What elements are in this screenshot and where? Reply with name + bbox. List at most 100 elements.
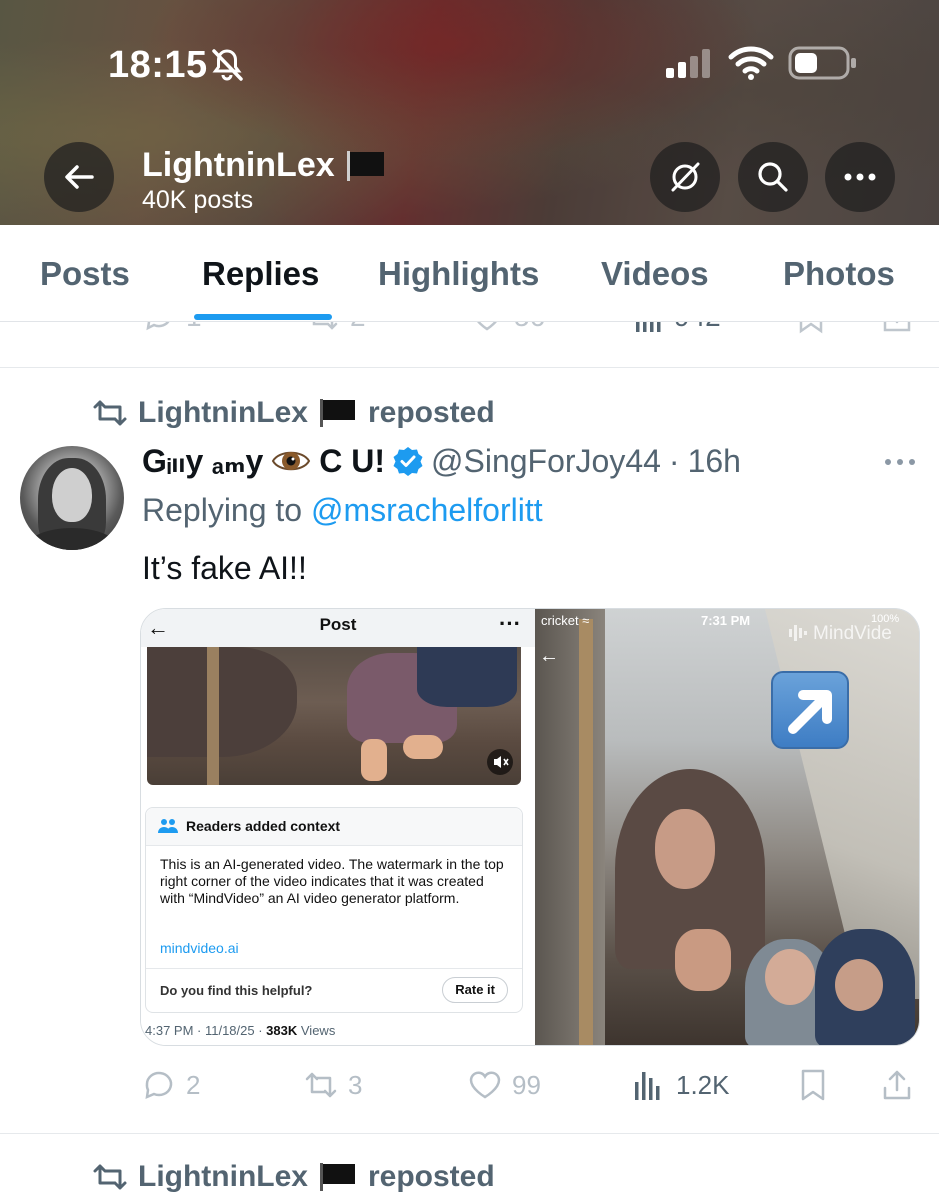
embedded-back-arrow-icon: ← [539, 645, 559, 667]
grok-icon [671, 162, 700, 192]
tab-photos[interactable]: Photos [783, 255, 895, 293]
views-icon [636, 322, 661, 332]
prev-reply-button[interactable]: 1 [142, 322, 202, 334]
embedded-more-icon: ··· [499, 611, 521, 636]
share-icon [883, 322, 911, 332]
tweet-media[interactable]: ← Post ··· Readers added context This is… [140, 608, 920, 1046]
repost-count: 3 [348, 1069, 363, 1100]
eye-icon [272, 451, 311, 471]
people-icon [158, 819, 178, 833]
media-image-left[interactable]: ← Post ··· Readers added context This is… [141, 609, 535, 1045]
black-flag-icon [346, 150, 384, 181]
arrow-left-icon [65, 165, 94, 189]
search-icon [758, 162, 788, 192]
heart-icon [477, 322, 497, 331]
avatar[interactable] [20, 446, 124, 550]
embedded-video [147, 647, 521, 785]
context-body: This is an AI-generated video. The water… [160, 856, 504, 906]
share-icon [883, 1070, 911, 1100]
prev-share-button[interactable] [880, 322, 914, 334]
replying-to-link[interactable]: @msrachelforlitt [311, 492, 543, 528]
repost-icon [93, 1164, 127, 1190]
display-name-suffix[interactable]: C U! [319, 443, 385, 480]
back-button[interactable] [44, 142, 114, 212]
like-button[interactable]: 99 [468, 1068, 541, 1102]
prev-repost-button[interactable]: 2 [306, 322, 366, 334]
bookmark-button[interactable] [796, 1068, 830, 1102]
prev-bookmark-button[interactable] [796, 322, 826, 334]
grok-button[interactable] [650, 142, 720, 212]
embedded-time: 7:31 PM [701, 613, 751, 628]
context-title: Readers added context [186, 818, 341, 834]
media-image-right[interactable]: cricket ≈ 7:31 PM 100% ← MindVide [535, 609, 919, 1045]
readers-context-box: Readers added context This is an AI-gene… [145, 807, 523, 1013]
header-nav: LightninLex 40K posts [0, 140, 939, 220]
separator-dot: · [668, 442, 680, 479]
profile-header: 18:15 LightninLex 40K posts [0, 0, 939, 225]
embedded-post-meta: 4:37 PM · 11/18/25 · 383K Views [145, 1023, 335, 1038]
active-tab-indicator [194, 314, 332, 320]
views-count: 1.2K [676, 1069, 730, 1100]
repost-icon [305, 1072, 337, 1098]
tab-highlights[interactable]: Highlights [378, 255, 539, 293]
embedded-post-title: Post [319, 615, 357, 634]
reposter-name: LightninLex [138, 396, 308, 429]
reply-button[interactable]: 2 [142, 1068, 200, 1102]
next-reposter-name: LightninLex [138, 1160, 308, 1193]
tab-videos[interactable]: Videos [601, 255, 709, 293]
wifi-icon [728, 46, 774, 80]
verified-badge-icon [393, 447, 423, 476]
next-reposted-label: reposted [367, 1160, 495, 1193]
reply-icon [145, 1071, 173, 1100]
prev-views-count: 942 [674, 322, 721, 333]
embedded-post-time: 4:37 PM · 11/18/25 · [145, 1023, 263, 1038]
embedded-views-count: 383K [266, 1023, 298, 1038]
next-repost-indicator[interactable]: LightninLex reposted [92, 1160, 495, 1194]
bookmark-icon [799, 322, 823, 334]
helpful-question: Do you find this helpful? [160, 983, 313, 998]
like-count: 99 [512, 1069, 541, 1100]
reply-count: 2 [186, 1069, 201, 1100]
post-divider [0, 1133, 939, 1134]
share-button[interactable] [880, 1068, 914, 1102]
repost-indicator[interactable]: LightninLex reposted [92, 396, 495, 430]
tweet-header: Gᵢₗₗy ₐₘy C U! @SingForJoy44 · 16h [142, 442, 741, 480]
replying-to: Replying to @msrachelforlitt [142, 492, 543, 529]
black-flag-icon [319, 399, 355, 427]
views-button[interactable]: 1.2K [632, 1068, 730, 1102]
prev-like-count: 56 [514, 322, 545, 333]
more-dots-icon [844, 173, 876, 181]
previous-post-actions: 1 2 56 942 [0, 322, 939, 368]
cellular-signal-icon [666, 49, 710, 78]
post-count: 40K posts [142, 186, 254, 214]
more-button[interactable] [825, 142, 895, 212]
tweet-more-icon[interactable] [882, 452, 918, 472]
profile-name-row: LightninLex [142, 146, 387, 185]
battery-icon [788, 46, 856, 80]
profile-tabs: Posts Replies Highlights Videos Photos [0, 225, 939, 322]
tab-replies[interactable]: Replies [202, 255, 319, 293]
tab-posts[interactable]: Posts [40, 255, 130, 293]
bookmark-icon [801, 1069, 825, 1101]
status-bar: 18:15 [0, 0, 939, 120]
reply-icon [146, 322, 170, 331]
repost-button[interactable]: 3 [304, 1068, 362, 1102]
prev-like-button[interactable]: 56 [470, 322, 545, 334]
prev-repost-count: 2 [350, 322, 366, 333]
search-button[interactable] [738, 142, 808, 212]
prev-reply-count: 1 [186, 322, 202, 333]
prev-views-button[interactable]: 942 [634, 322, 721, 334]
mute-icon [487, 749, 513, 775]
status-time: 18:15 [108, 44, 208, 86]
reposted-label: reposted [367, 396, 495, 429]
bell-off-icon [212, 49, 243, 81]
profile-name: LightninLex [142, 146, 335, 184]
up-right-arrow-icon [771, 671, 849, 749]
replying-prefix: Replying to [142, 492, 303, 528]
display-name-prefix[interactable]: Gᵢₗₗy ₐₘy [142, 442, 263, 480]
repost-icon [93, 400, 127, 426]
mindvideo-watermark: MindVide [789, 623, 892, 645]
tweet-time[interactable]: 16h [688, 443, 741, 480]
tweet-actions: 2 3 99 1.2K [0, 1062, 939, 1108]
user-handle[interactable]: @SingForJoy44 [431, 443, 661, 480]
